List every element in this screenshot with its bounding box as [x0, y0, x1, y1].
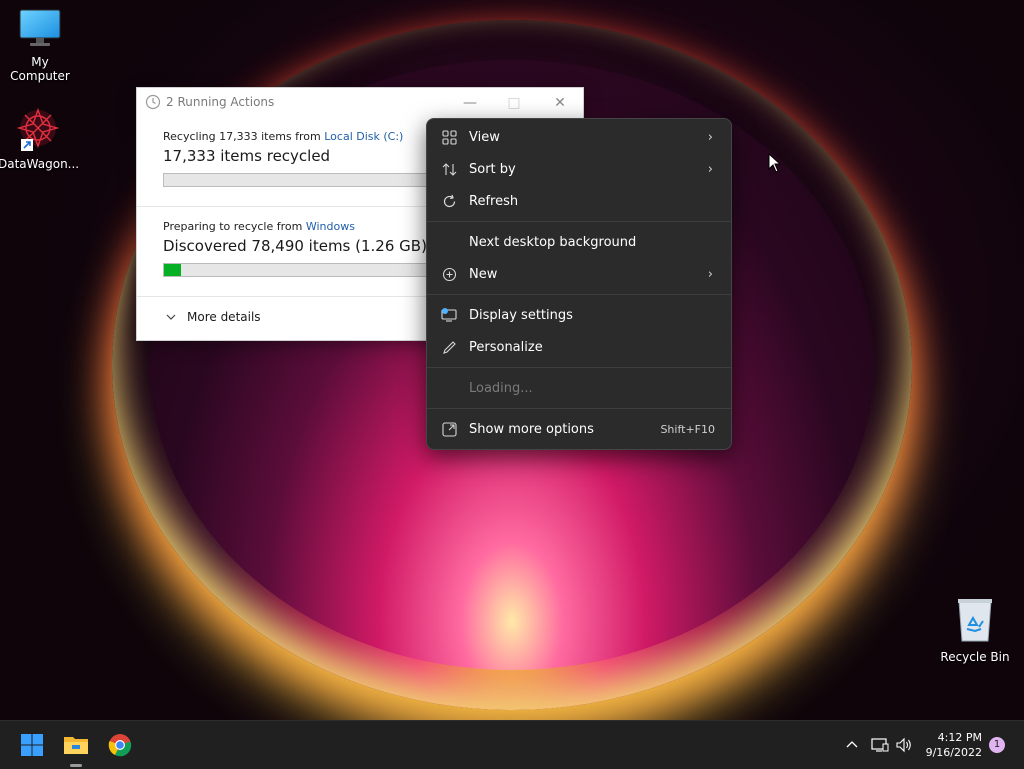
menu-item-display-settings[interactable]: Display settings — [431, 300, 727, 330]
progress-bar — [163, 173, 455, 187]
window-title: 2 Running Actions — [166, 95, 275, 109]
volume-button[interactable] — [888, 729, 920, 761]
progress-bar — [163, 263, 455, 277]
chevron-down-icon — [166, 314, 176, 320]
menu-item-personalize[interactable]: Personalize — [431, 332, 727, 362]
refresh-icon — [441, 193, 457, 209]
chrome-icon — [108, 734, 132, 757]
desktop-icon-datawagon[interactable]: DataWagon... — [0, 106, 80, 171]
clock-icon — [145, 94, 161, 110]
menu-separator — [427, 367, 731, 368]
monitor-icon — [19, 9, 61, 46]
shortcut-label: Shift+F10 — [660, 422, 715, 436]
datawagon-shortcut-icon — [16, 107, 60, 151]
running-indicator — [70, 764, 82, 767]
maximize-button[interactable]: □ — [498, 92, 530, 114]
menu-separator — [427, 294, 731, 295]
clock-time: 4:12 PM — [937, 731, 982, 744]
menu-item-label: Next desktop background — [469, 234, 637, 250]
action-prefix: Recycling 17,333 items from — [163, 130, 325, 143]
menu-separator — [427, 221, 731, 222]
start-button[interactable] — [16, 729, 48, 761]
source-link[interactable]: Windows — [306, 220, 355, 233]
network-icon — [871, 738, 889, 752]
menu-item-label: New — [469, 266, 498, 282]
menu-item-label: Display settings — [469, 307, 573, 323]
taskbar-clock[interactable]: 4:12 PM 9/16/2022 — [926, 730, 982, 760]
chevron-right-icon: › — [707, 266, 713, 282]
recycle-bin-icon — [958, 599, 992, 642]
more-details-label: More details — [187, 310, 261, 324]
progress-fill — [164, 264, 182, 276]
menu-item-label: Loading... — [469, 380, 533, 396]
volume-icon — [896, 737, 911, 753]
notification-badge[interactable]: 1 — [989, 737, 1005, 753]
clock-date: 9/16/2022 — [925, 746, 982, 759]
desktop-icon-recycle-bin[interactable]: Recycle Bin — [935, 597, 1015, 664]
desktop-icon-label: DataWagon... — [0, 157, 80, 171]
close-button[interactable]: ✕ — [544, 92, 576, 114]
menu-item-view[interactable]: View › — [431, 122, 727, 152]
start-icon — [21, 734, 43, 756]
minimize-button[interactable]: — — [454, 92, 486, 114]
chevron-right-icon: › — [707, 161, 713, 177]
more-details-toggle[interactable]: More details — [165, 310, 261, 324]
chevron-up-icon — [846, 741, 858, 748]
menu-item-show-more-options[interactable]: Show more options Shift+F10 — [431, 414, 727, 444]
grid-icon — [441, 129, 457, 145]
desktop-context-menu: View › Sort by › Refresh Next desktop ba… — [426, 118, 732, 450]
window-titlebar[interactable]: 2 Running Actions — □ ✕ — [137, 88, 583, 116]
expand-icon — [441, 421, 457, 437]
action-prefix: Preparing to recycle from — [163, 220, 306, 233]
pen-icon — [441, 339, 457, 355]
display-settings-icon — [441, 307, 457, 323]
desktop-icon-my-computer[interactable]: My Computer — [0, 8, 80, 83]
menu-item-label: Show more options — [469, 421, 594, 437]
menu-separator — [427, 408, 731, 409]
taskbar: 4:12 PM 9/16/2022 1 — [0, 720, 1024, 769]
desktop-icon-label: Recycle Bin — [940, 650, 1010, 664]
menu-item-label: Refresh — [469, 193, 519, 209]
menu-item-refresh[interactable]: Refresh — [431, 186, 727, 216]
mouse-cursor-icon — [768, 153, 782, 173]
menu-item-sort-by[interactable]: Sort by › — [431, 154, 727, 184]
taskbar-chrome[interactable] — [104, 729, 136, 761]
menu-item-label: Personalize — [469, 339, 543, 355]
file-explorer-icon — [64, 737, 88, 754]
taskbar-file-explorer[interactable] — [60, 729, 92, 767]
menu-item-label: View — [469, 129, 500, 145]
plus-circle-icon — [441, 266, 457, 282]
desktop-icon-label: My Computer — [10, 55, 70, 83]
menu-item-loading: Loading... — [431, 373, 727, 403]
menu-item-next-desktop-background[interactable]: Next desktop background — [431, 227, 727, 257]
chevron-right-icon: › — [707, 129, 713, 145]
sort-icon — [441, 161, 457, 177]
source-link[interactable]: Local Disk (C:) — [324, 130, 403, 143]
menu-item-label: Sort by — [469, 161, 516, 177]
menu-item-new[interactable]: New › — [431, 259, 727, 289]
